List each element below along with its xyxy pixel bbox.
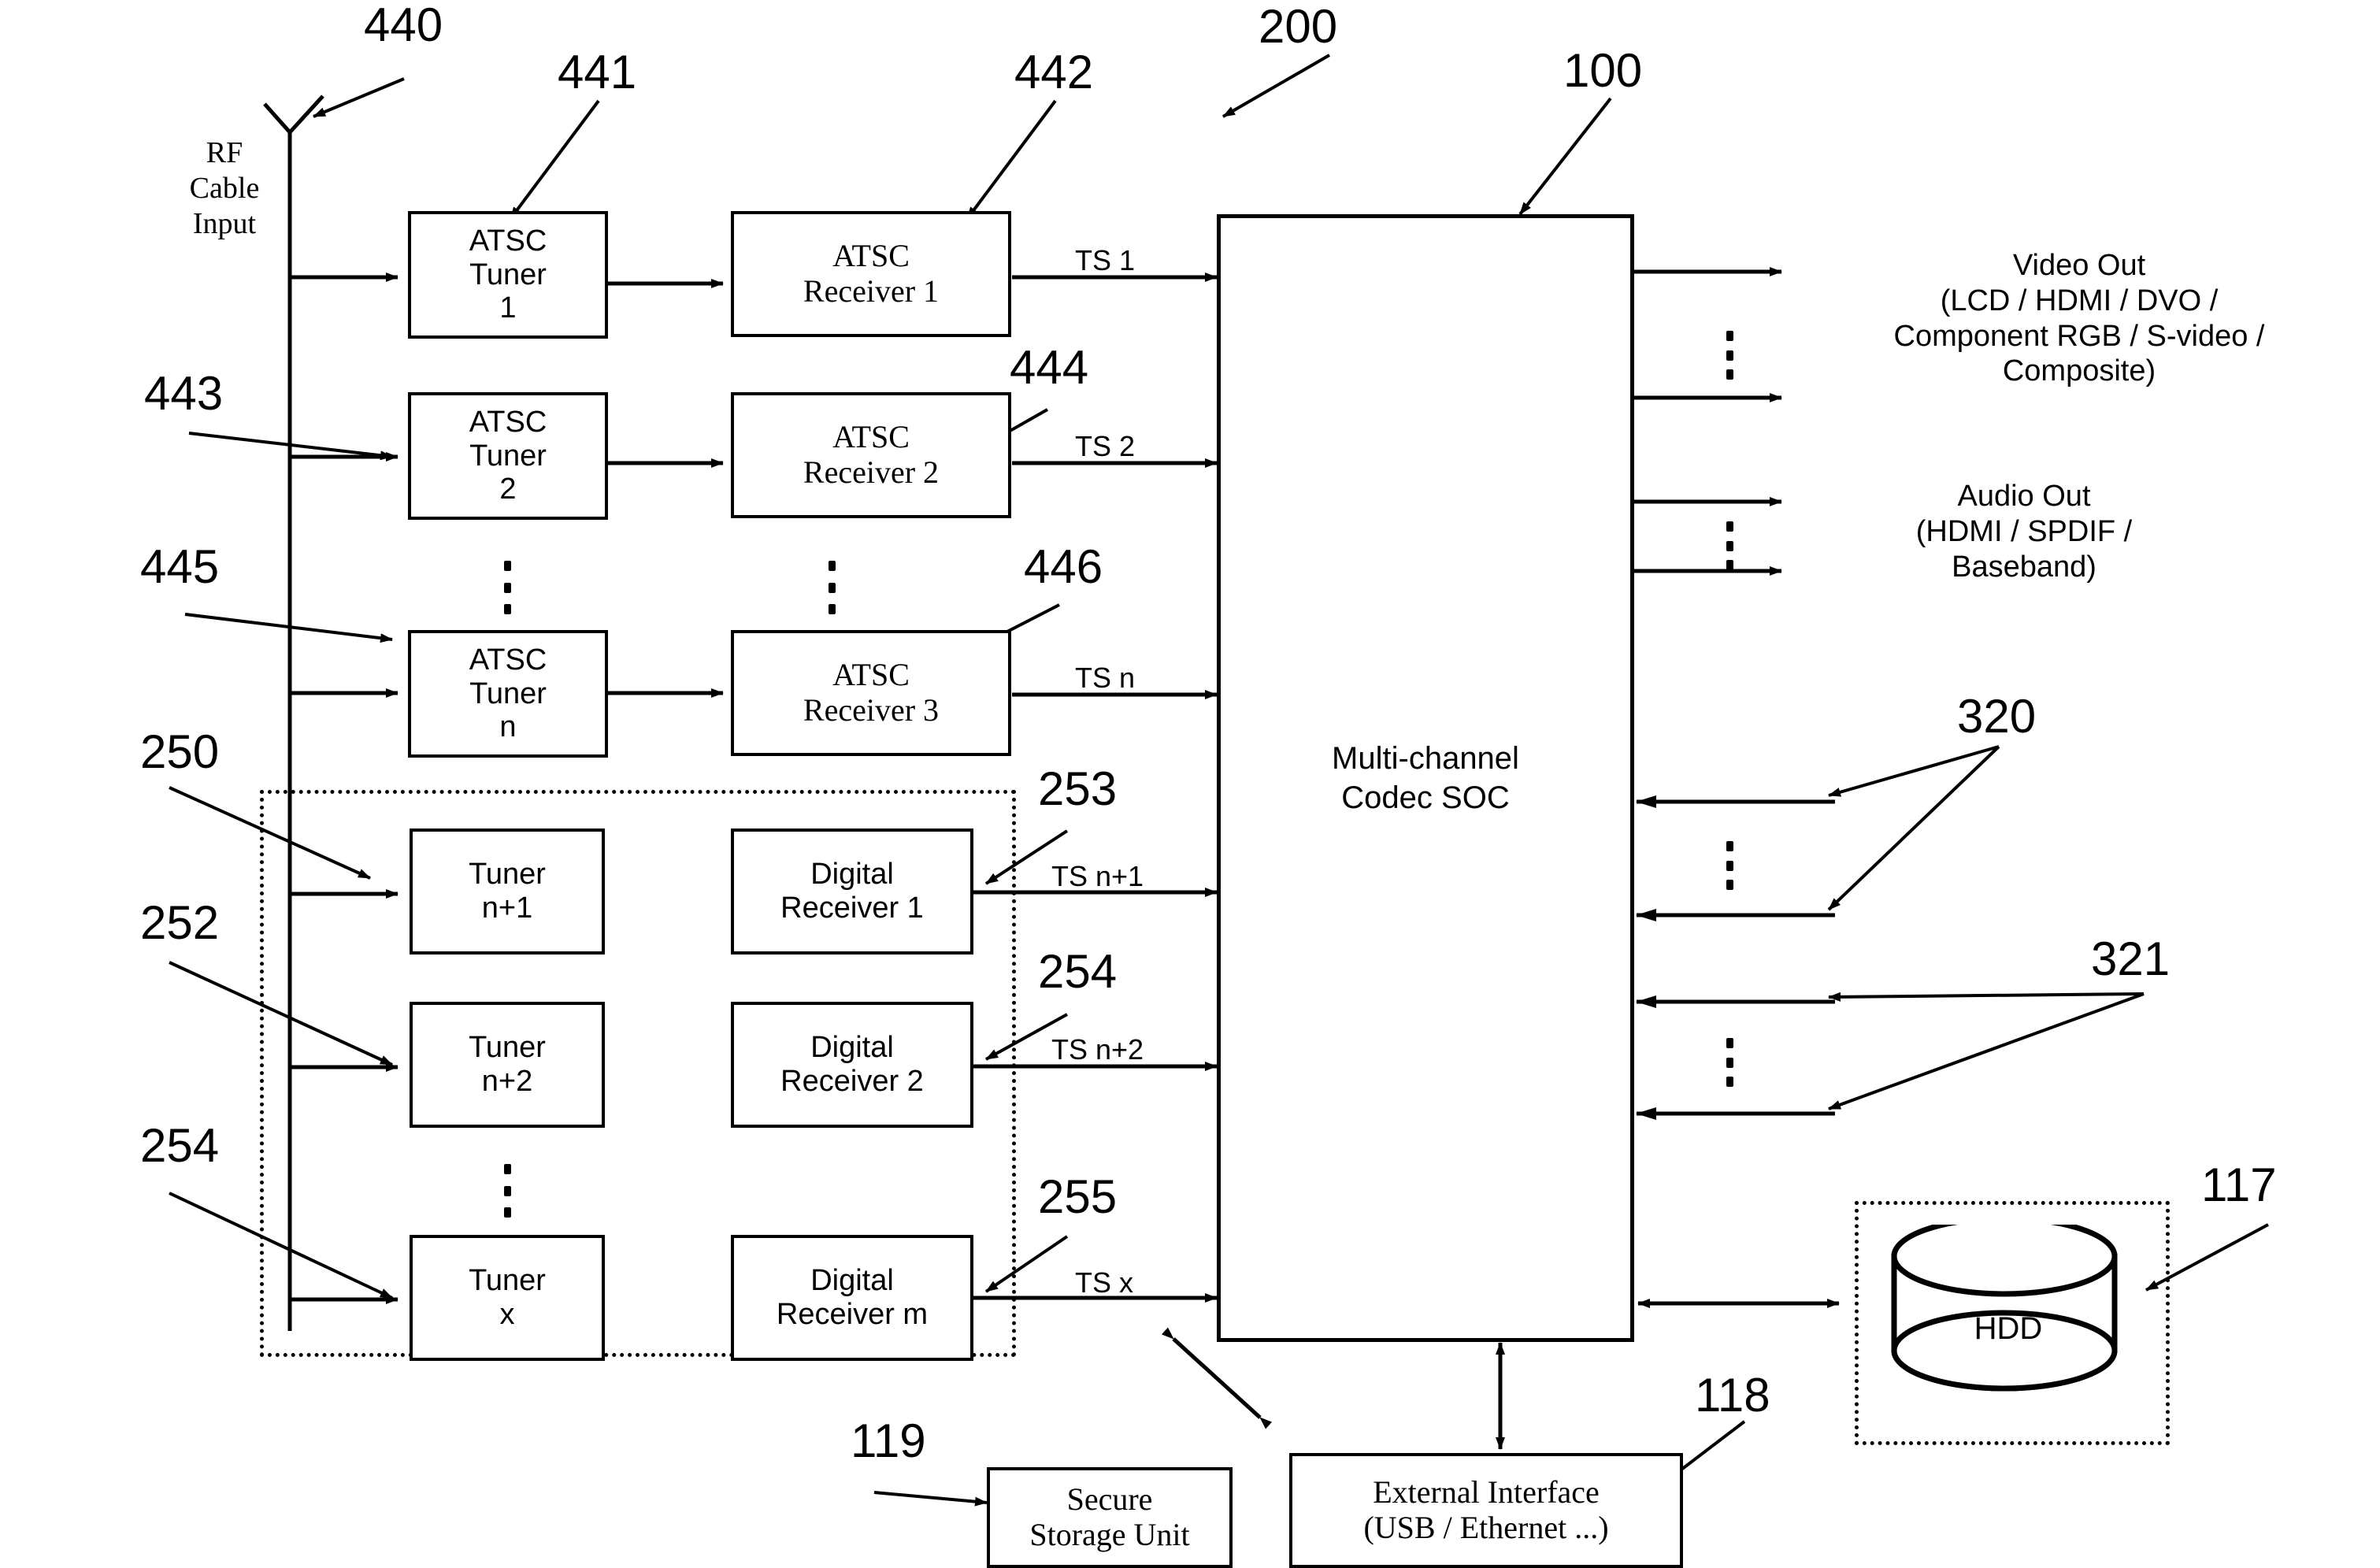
ts-label-n: TS n [1075,662,1136,694]
reference-numeral-100: 100 [1563,44,1643,97]
reference-numeral-253: 253 [1038,762,1118,815]
reference-numeral-254-top: 254 [1038,945,1118,998]
atsc-tuner-1-label: ATSC Tuner 1 [469,224,547,325]
reference-numeral-444: 444 [1010,341,1089,394]
ts-label-x: TS x [1075,1266,1134,1299]
atsc-receiver-1-label: ATSC Receiver 1 [803,238,940,309]
reference-numeral-320: 320 [1957,690,2037,743]
tuner-n-plus-2-box[interactable]: Tuner n+2 [410,1002,605,1128]
group-321-ellipsis-icon [1725,1038,1734,1087]
reference-numeral-255: 255 [1038,1170,1118,1223]
video-out-ellipsis-icon [1725,331,1734,380]
reference-numeral-440: 440 [364,0,443,51]
atsc-tuner-2-label: ATSC Tuner 2 [469,406,547,506]
receiver-column-ellipsis-icon [827,561,836,614]
digital-receiver-2-label: Digital Receiver 2 [780,1031,924,1098]
external-interface-label: External Interface (USB / Ethernet ...) [1363,1474,1609,1545]
audio-out-ellipsis-icon [1725,521,1734,570]
atsc-receiver-2-label: ATSC Receiver 2 [803,419,940,490]
rf-cable-input-label: RF Cable Input [189,136,260,240]
ts-label-n-plus-2: TS n+2 [1051,1033,1144,1066]
digital-receiver-1-label: Digital Receiver 1 [780,858,924,925]
tuner-x-label: Tuner x [469,1264,546,1331]
tuner-n-plus-1-box[interactable]: Tuner n+1 [410,828,605,955]
atsc-receiver-2-box[interactable]: ATSC Receiver 2 [731,392,1011,518]
secure-storage-unit-label: Secure Storage Unit [1029,1481,1190,1552]
reference-numeral-119: 119 [851,1414,926,1467]
reference-numeral-445: 445 [140,540,220,593]
reference-numeral-252: 252 [140,896,220,949]
atsc-receiver-1-box[interactable]: ATSC Receiver 1 [731,211,1011,337]
atsc-tuner-1-box[interactable]: ATSC Tuner 1 [408,211,608,339]
video-out-label: Video Out (LCD / HDMI / DVO / Component … [1893,249,2265,388]
digital-receiver-m-box[interactable]: Digital Receiver m [731,1235,973,1361]
atsc-tuner-n-box[interactable]: ATSC Tuner n [408,630,608,758]
reference-numeral-446: 446 [1024,540,1103,593]
secure-storage-unit-box[interactable]: Secure Storage Unit [987,1467,1233,1568]
reference-numeral-254-left: 254 [140,1119,220,1172]
hdd-label: HDD [1974,1311,2043,1346]
reference-numeral-250: 250 [140,725,220,778]
group-320-ellipsis-icon [1725,841,1734,890]
atsc-tuner-2-box[interactable]: ATSC Tuner 2 [408,392,608,520]
multi-channel-codec-soc-label: Multi-channel Codec SOC [1332,741,1519,815]
atsc-tuner-n-label: ATSC Tuner n [469,643,547,744]
tuner-n-plus-2-label: Tuner n+2 [469,1031,546,1098]
multi-channel-codec-soc-box[interactable]: Multi-channel Codec SOC [1217,214,1634,1342]
ts-label-1: TS 1 [1075,244,1136,276]
reference-numeral-442: 442 [1014,46,1094,98]
external-interface-box[interactable]: External Interface (USB / Ethernet ...) [1289,1453,1683,1568]
reference-numeral-441: 441 [558,46,637,98]
reference-numeral-118: 118 [1695,1369,1770,1422]
atsc-receiver-3-label: ATSC Receiver 3 [803,657,940,728]
tuner-column-ellipsis-icon [502,561,512,614]
reference-numeral-321: 321 [2091,932,2171,985]
digital-receiver-2-box[interactable]: Digital Receiver 2 [731,1002,973,1128]
reference-numeral-200: 200 [1259,0,1338,53]
atsc-receiver-3-box[interactable]: ATSC Receiver 3 [731,630,1011,756]
tuner-n-plus-1-label: Tuner n+1 [469,858,546,925]
audio-out-label: Audio Out (HDMI / SPDIF / Baseband) [1915,480,2133,584]
digital-receiver-m-label: Digital Receiver m [776,1264,929,1331]
digital-tuner-column-ellipsis-icon [502,1164,512,1218]
reference-numeral-443: 443 [144,367,224,420]
ts-label-n-plus-1: TS n+1 [1051,860,1144,892]
reference-numeral-117: 117 [2201,1158,2277,1211]
digital-receiver-1-box[interactable]: Digital Receiver 1 [731,828,973,955]
tuner-x-box[interactable]: Tuner x [410,1235,605,1361]
ts-label-2: TS 2 [1075,430,1136,462]
